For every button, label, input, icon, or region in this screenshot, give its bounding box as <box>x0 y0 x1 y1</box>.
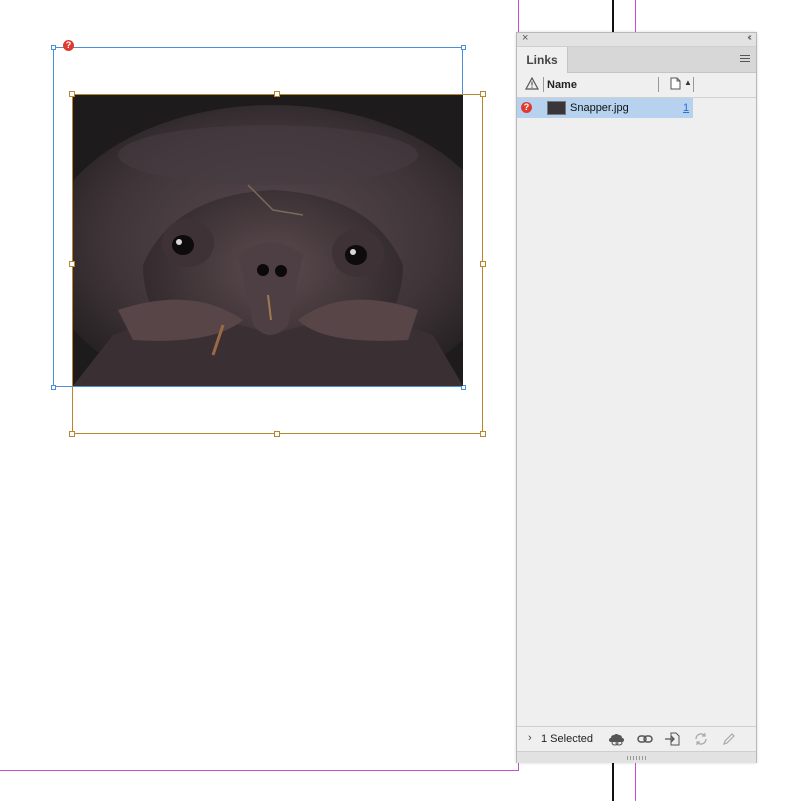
link-row-snapper[interactable]: ? Snapper.jpg 1 <box>517 98 693 118</box>
update-link-icon[interactable] <box>692 731 710 747</box>
column-name-header[interactable]: Name <box>547 79 577 91</box>
sort-ascending-icon[interactable]: ▲ <box>684 78 692 87</box>
content-handle[interactable] <box>480 261 486 267</box>
content-handle[interactable] <box>480 91 486 97</box>
page-icon[interactable] <box>670 77 681 95</box>
selection-handle[interactable] <box>461 45 466 50</box>
column-divider[interactable] <box>658 77 659 92</box>
column-divider[interactable] <box>543 77 544 92</box>
missing-link-icon[interactable]: ? <box>63 40 74 51</box>
content-handle[interactable] <box>69 91 75 97</box>
resize-grip-icon[interactable] <box>627 756 647 760</box>
tab-links[interactable]: Links <box>517 47 568 73</box>
links-column-header: Name ▲ <box>517 73 756 98</box>
go-to-link-icon[interactable] <box>663 731 681 747</box>
link-page-number[interactable]: 1 <box>683 102 689 114</box>
show-link-info-chevron-icon[interactable]: › <box>528 732 532 744</box>
panel-menu-icon[interactable] <box>740 55 750 64</box>
warning-icon[interactable] <box>524 76 540 95</box>
column-divider[interactable] <box>693 77 694 92</box>
panel-tab-bar: Links <box>517 47 756 73</box>
content-handle[interactable] <box>480 431 486 437</box>
image-content-frame[interactable] <box>72 94 483 434</box>
content-handle[interactable] <box>69 431 75 437</box>
selection-handle[interactable] <box>51 45 56 50</box>
edit-original-icon[interactable] <box>720 731 738 747</box>
relink-icon[interactable] <box>636 731 654 747</box>
selection-count: 1 Selected <box>541 733 593 745</box>
relink-cc-libraries-icon[interactable] <box>608 731 626 747</box>
content-handle[interactable] <box>274 431 280 437</box>
close-icon[interactable]: × <box>522 32 528 44</box>
page-margin-guide-horizontal <box>0 770 519 771</box>
panel-footer: › 1 Selected <box>517 726 756 751</box>
panel-title-bar[interactable]: × ‹‹ <box>517 32 756 47</box>
collapse-panel-icon[interactable]: ‹‹ <box>747 32 751 43</box>
link-thumbnail <box>547 101 566 115</box>
selection-handle[interactable] <box>51 385 56 390</box>
link-file-name: Snapper.jpg <box>570 102 629 114</box>
links-panel: × ‹‹ Links Name ▲ ? Snapper.jpg 1 › 1 Se… <box>516 32 757 763</box>
content-handle[interactable] <box>69 261 75 267</box>
missing-link-icon[interactable]: ? <box>521 102 532 113</box>
content-handle[interactable] <box>274 91 280 97</box>
